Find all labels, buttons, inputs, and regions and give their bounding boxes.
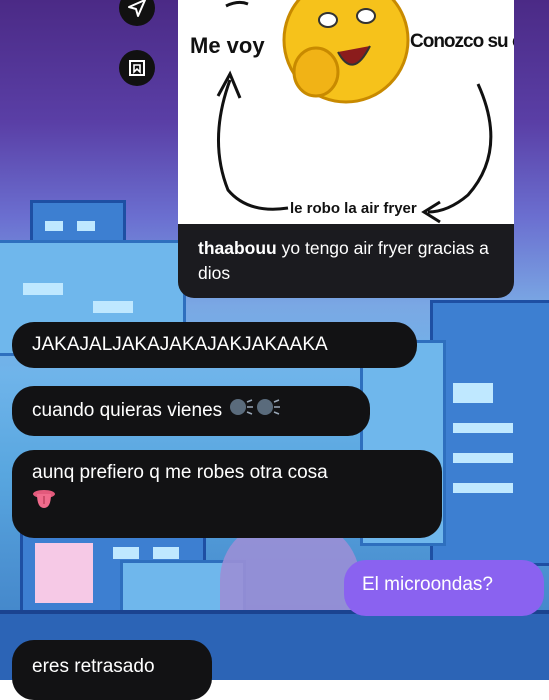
shared-post-card[interactable]: Me voy Conozco su casa le robo la air fr…: [178, 0, 514, 298]
received-message[interactable]: cuando quieras vienes: [12, 386, 370, 436]
meme-label-right: Conozco su casa: [410, 31, 514, 52]
caption-username[interactable]: thaabouu: [198, 238, 277, 258]
send-icon-glyph: [128, 0, 146, 17]
message-text: cuando quieras vienes: [32, 400, 223, 422]
message-text: eres retrasado: [32, 656, 155, 677]
received-message[interactable]: aunq prefiero q me robes otra cosa: [12, 450, 442, 538]
bookmark-icon[interactable]: [119, 50, 155, 86]
meme-image: Me voy Conozco su casa le robo la air fr…: [178, 0, 514, 224]
tongue-emoji: [33, 490, 55, 508]
wallpaper-building: [430, 300, 549, 566]
bookmark-icon-glyph: [129, 60, 145, 76]
message-text: JAKAJALJAKAJAKAJAKJAKAAKA: [32, 334, 328, 355]
post-caption: thaabouu yo tengo air fryer gracias a di…: [198, 236, 498, 286]
sent-message[interactable]: El microondas?: [344, 560, 544, 616]
message-text: El microondas?: [362, 574, 493, 595]
speaking-head-emoji: [230, 399, 281, 415]
meme-label-bottom: le robo la air fryer: [290, 200, 417, 217]
received-message[interactable]: eres retrasado: [12, 640, 212, 700]
meme-label-left: Me voy: [190, 33, 265, 58]
received-message[interactable]: JAKAJALJAKAJAKAJAKJAKAAKA: [12, 322, 417, 368]
message-text: aunq prefiero q me robes otra cosa: [32, 462, 328, 483]
